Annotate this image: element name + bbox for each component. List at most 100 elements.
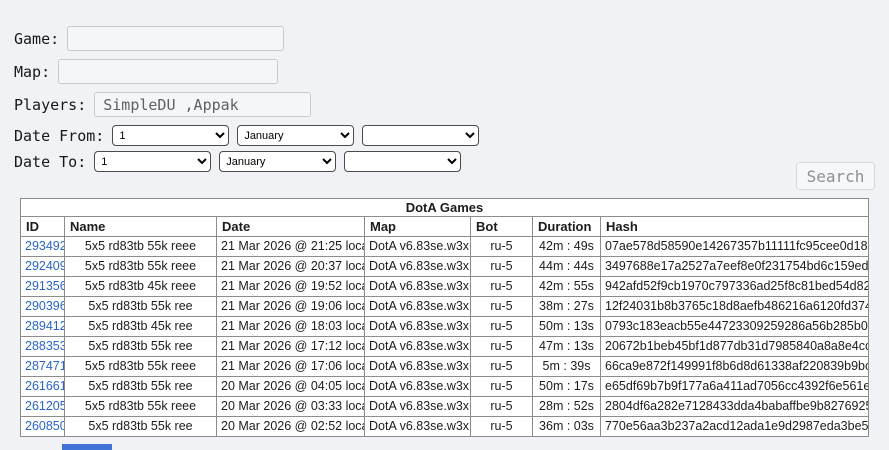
table-row: 291356 5x5 rd83tb 45k reee 21 Mar 2026 @… <box>20 276 869 297</box>
game-name: 5x5 rd83tb 55k reee <box>64 396 217 417</box>
game-name: 5x5 rd83tb 55k reee <box>64 356 217 377</box>
game-map: DotA v6.83se.w3x <box>364 316 471 337</box>
table-header-row: ID Name Date Map Bot Duration Hash <box>20 216 869 237</box>
game-date: 20 Mar 2026 @ 04:05 local <box>216 376 365 397</box>
game-duration: 42m : 49s <box>532 236 601 257</box>
game-bot: ru-5 <box>470 276 533 297</box>
game-map: DotA v6.83se.w3x <box>364 296 471 317</box>
game-id-link[interactable]: 293492 <box>25 239 64 253</box>
game-id-link[interactable]: 291356 <box>25 279 64 293</box>
game-bot: ru-5 <box>470 356 533 377</box>
map-label: Map: <box>14 62 51 81</box>
date-to-day-select[interactable]: 1 <box>94 151 212 172</box>
game-hash: e65df69b7b9f177a6a411ad7056cc4392f6e561e <box>600 376 869 397</box>
game-duration: 42m : 55s <box>532 276 601 297</box>
players-row: Players: <box>14 92 889 117</box>
game-date: 21 Mar 2026 @ 19:06 local <box>216 296 365 317</box>
game-duration: 44m : 44s <box>532 256 601 277</box>
game-map: DotA v6.83se.w3x <box>364 416 471 437</box>
game-hash: 07ae578d58590e14267357b11111fc95cee0d183 <box>600 236 869 257</box>
game-bot: ru-5 <box>470 376 533 397</box>
game-input[interactable] <box>67 26 285 51</box>
table-title-row: DotA Games <box>20 198 869 217</box>
game-map: DotA v6.83se.w3x <box>364 336 471 357</box>
column-header-name: Name <box>64 216 217 237</box>
game-id-link[interactable]: 288353 <box>25 339 64 353</box>
game-date: 21 Mar 2026 @ 17:06 local <box>216 356 365 377</box>
date-from-month-select[interactable]: January <box>237 125 355 146</box>
map-input[interactable] <box>58 59 279 84</box>
game-date: 21 Mar 2026 @ 17:12 local <box>216 336 365 357</box>
table-row: 289412 5x5 rd83tb 45k ree 21 Mar 2026 @ … <box>20 316 869 337</box>
game-date: 21 Mar 2026 @ 19:52 local <box>216 276 365 297</box>
game-hash: 3497688e17a2527a7eef8e0f231754bd6c159edf <box>600 256 869 277</box>
game-map: DotA v6.83se.w3x <box>364 376 471 397</box>
map-row: Map: <box>14 59 889 84</box>
table-row: 261205 5x5 rd83tb 55k reee 20 Mar 2026 @… <box>20 396 869 417</box>
column-header-map: Map <box>364 216 471 237</box>
date-to-row: Date To: 1 January <box>14 151 889 172</box>
game-bot: ru-5 <box>470 396 533 417</box>
horizontal-scrollbar-thumb[interactable] <box>62 444 112 450</box>
table-row: 293492 5x5 rd83tb 55k reee 21 Mar 2026 @… <box>20 236 869 257</box>
game-row: Game: <box>14 26 889 51</box>
game-id-link[interactable]: 287471 <box>25 359 64 373</box>
game-label: Game: <box>14 29 60 48</box>
table-row: 290396 5x5 rd83tb 55k ree 21 Mar 2026 @ … <box>20 296 869 317</box>
game-hash: 0793c183eacb55e44723309259286a56b285b05c <box>600 316 869 337</box>
table-row: 288353 5x5 rd83tb 55k ree 21 Mar 2026 @ … <box>20 336 869 357</box>
game-map: DotA v6.83se.w3x <box>364 396 471 417</box>
game-bot: ru-5 <box>470 236 533 257</box>
column-header-bot: Bot <box>470 216 533 237</box>
game-id-link[interactable]: 260850 <box>25 419 64 433</box>
game-bot: ru-5 <box>470 296 533 317</box>
search-form: Game: Map: Players: Date From: 1 January… <box>0 0 889 172</box>
game-duration: 28m : 52s <box>532 396 601 417</box>
game-date: 21 Mar 2026 @ 18:03 local <box>216 316 365 337</box>
game-date: 21 Mar 2026 @ 20:37 local <box>216 256 365 277</box>
game-hash: 942afd52f9cb1970c797336ad25f8c81bed54d82 <box>600 276 869 297</box>
column-header-id: ID <box>20 216 65 237</box>
game-name: 5x5 rd83tb 55k reee <box>64 256 217 277</box>
game-duration: 47m : 13s <box>532 336 601 357</box>
game-bot: ru-5 <box>470 336 533 357</box>
game-duration: 36m : 03s <box>532 416 601 437</box>
game-id-link[interactable]: 261205 <box>25 399 64 413</box>
game-hash: 66ca9e872f149991f8b6d8d61338af220839b9bc <box>600 356 869 377</box>
date-to-label: Date To: <box>14 152 87 171</box>
game-date: 20 Mar 2026 @ 02:52 local <box>216 416 365 437</box>
game-bot: ru-5 <box>470 316 533 337</box>
game-id-link[interactable]: 292409 <box>25 259 64 273</box>
date-from-day-select[interactable]: 1 <box>112 125 230 146</box>
game-name: 5x5 rd83tb 55k ree <box>64 296 217 317</box>
date-to-year-select[interactable] <box>344 151 462 172</box>
game-name: 5x5 rd83tb 55k reee <box>64 236 217 257</box>
players-input[interactable] <box>94 92 312 117</box>
game-id-link[interactable]: 290396 <box>25 299 64 313</box>
column-header-hash: Hash <box>600 216 869 237</box>
search-button[interactable]: Search <box>796 162 875 190</box>
game-id-link[interactable]: 289412 <box>25 319 64 333</box>
game-date: 20 Mar 2026 @ 03:33 local <box>216 396 365 417</box>
game-date: 21 Mar 2026 @ 21:25 local <box>216 236 365 257</box>
game-name: 5x5 rd83tb 55k ree <box>64 336 217 357</box>
game-name: 5x5 rd83tb 55k ree <box>64 376 217 397</box>
game-map: DotA v6.83se.w3x <box>364 276 471 297</box>
game-name: 5x5 rd83tb 45k reee <box>64 276 217 297</box>
game-id-link[interactable]: 261661 <box>25 379 64 393</box>
table-row: 261661 5x5 rd83tb 55k ree 20 Mar 2026 @ … <box>20 376 869 397</box>
column-header-date: Date <box>216 216 365 237</box>
date-to-month-select[interactable]: January <box>219 151 337 172</box>
table-title: DotA Games <box>20 198 869 217</box>
game-name: 5x5 rd83tb 45k ree <box>64 316 217 337</box>
game-map: DotA v6.83se.w3x <box>364 236 471 257</box>
column-header-duration: Duration <box>532 216 601 237</box>
game-hash: 2804df6a282e7128433dda4babaffbe9b8276925 <box>600 396 869 417</box>
game-duration: 38m : 27s <box>532 296 601 317</box>
game-map: DotA v6.83se.w3x <box>364 356 471 377</box>
date-from-label: Date From: <box>14 126 105 145</box>
table-row: 292409 5x5 rd83tb 55k reee 21 Mar 2026 @… <box>20 256 869 277</box>
games-table: DotA Games ID Name Date Map Bot Duration… <box>20 198 869 437</box>
game-name: 5x5 rd83tb 55k ree <box>64 416 217 437</box>
date-from-year-select[interactable] <box>362 125 480 146</box>
